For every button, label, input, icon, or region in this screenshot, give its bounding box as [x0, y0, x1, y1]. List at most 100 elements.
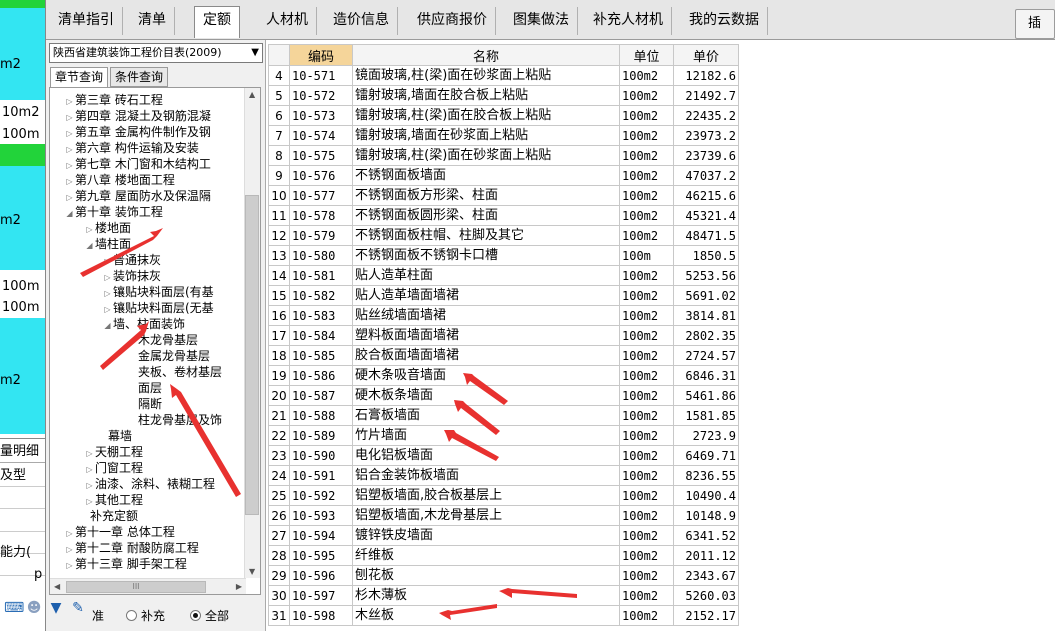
row-code[interactable]: 10-583: [289, 305, 353, 326]
row-price[interactable]: 5253.56: [673, 265, 739, 286]
tree-item[interactable]: 补充定额: [90, 508, 138, 524]
row-name[interactable]: 不锈钢面板方形梁、柱面: [352, 185, 620, 206]
radio-standard[interactable]: 准: [92, 605, 104, 627]
row-unit[interactable]: 100m2: [619, 465, 674, 486]
tree-item[interactable]: ◢ 第十章 装饰工程: [64, 204, 162, 220]
row-unit[interactable]: 100m2: [619, 565, 674, 586]
row-index[interactable]: 13: [268, 245, 290, 266]
tree-vertical-scrollbar[interactable]: ▲ ▼: [244, 88, 260, 578]
table-row[interactable]: 19 10-586 硬木条吸音墙面 100m2 6846.31: [268, 365, 739, 386]
tree-item[interactable]: ▷ 第六章 构件运输及安装: [64, 140, 198, 156]
row-name[interactable]: 电化铝板墙面: [352, 445, 620, 466]
tab-dinge[interactable]: 定额: [194, 6, 240, 38]
row-index[interactable]: 22: [268, 425, 290, 446]
table-row[interactable]: 15 10-582 贴人造革墙面墙裙 100m2 5691.02: [268, 285, 739, 306]
row-price[interactable]: 2724.57: [673, 345, 739, 366]
row-index[interactable]: 25: [268, 485, 290, 506]
row-code[interactable]: 10-596: [289, 565, 353, 586]
row-name[interactable]: 贴人造革柱面: [352, 265, 620, 286]
table-row[interactable]: 6 10-573 镭射玻璃,柱(梁)面在胶合板上粘贴 100m2 22435.2: [268, 105, 739, 126]
row-unit[interactable]: 100m2: [619, 385, 674, 406]
table-row[interactable]: 28 10-595 纤维板 100m2 2011.12: [268, 545, 739, 566]
row-code[interactable]: 10-578: [289, 205, 353, 226]
row-price[interactable]: 45321.4: [673, 205, 739, 226]
row-name[interactable]: 不锈钢面板墙面: [352, 165, 620, 186]
row-price[interactable]: 6341.52: [673, 525, 739, 546]
row-index[interactable]: 7: [268, 125, 290, 146]
table-row[interactable]: 23 10-590 电化铝板墙面 100m2 6469.71: [268, 445, 739, 466]
header-unit[interactable]: 单位: [619, 44, 674, 66]
row-code[interactable]: 10-586: [289, 365, 353, 386]
row-name[interactable]: 塑料板面墙面墙裙: [352, 325, 620, 346]
radio-all[interactable]: 全部: [190, 605, 229, 627]
row-code[interactable]: 10-576: [289, 165, 353, 186]
row-unit[interactable]: 100m2: [619, 525, 674, 546]
table-row[interactable]: 27 10-594 镀锌铁皮墙面 100m2 6341.52: [268, 525, 739, 546]
row-code[interactable]: 10-592: [289, 485, 353, 506]
table-row[interactable]: 5 10-572 镭射玻璃,墙面在胶合板上粘贴 100m2 21492.7: [268, 85, 739, 106]
chevron-down-icon[interactable]: ▼: [251, 44, 259, 62]
row-index[interactable]: 26: [268, 505, 290, 526]
row-name[interactable]: 硬木板条墙面: [352, 385, 620, 406]
row-name[interactable]: 铝塑板墙面,木龙骨基层上: [352, 505, 620, 526]
table-row[interactable]: 21 10-588 石膏板墙面 100m2 1581.85: [268, 405, 739, 426]
tab-qingdan-zhiyin[interactable]: 清单指引: [50, 7, 123, 35]
row-code[interactable]: 10-577: [289, 185, 353, 206]
table-row[interactable]: 24 10-591 铝合金装饰板墙面 100m2 8236.55: [268, 465, 739, 486]
tree-expanded-icon[interactable]: ◢: [102, 318, 113, 334]
row-price[interactable]: 6469.71: [673, 445, 739, 466]
tab-gongyingshang-baojia[interactable]: 供应商报价: [409, 7, 496, 35]
table-row[interactable]: 20 10-587 硬木板条墙面 100m2 5461.86: [268, 385, 739, 406]
tree-hscroll-thumb[interactable]: III: [66, 581, 206, 593]
table-row[interactable]: 30 10-597 杉木薄板 100m2 5260.03: [268, 585, 739, 606]
row-code[interactable]: 10-581: [289, 265, 353, 286]
tree-item[interactable]: ▷ 第十三章 脚手架工程: [64, 556, 186, 572]
tree-item[interactable]: ▷ 镶贴块料面层(无基: [102, 300, 213, 316]
row-price[interactable]: 1850.5: [673, 245, 739, 266]
row-index[interactable]: 18: [268, 345, 290, 366]
row-price[interactable]: 21492.7: [673, 85, 739, 106]
tab-chapter-query[interactable]: 章节查询: [50, 67, 109, 88]
row-code[interactable]: 10-582: [289, 285, 353, 306]
row-unit[interactable]: 100m2: [619, 425, 674, 446]
table-row[interactable]: 11 10-578 不锈钢面板圆形梁、柱面 100m2 45321.4: [268, 205, 739, 226]
tree-item[interactable]: 木龙骨基层: [138, 332, 198, 348]
tree-item[interactable]: ▷ 第五章 金属构件制作及钢: [64, 124, 210, 140]
row-code[interactable]: 10-588: [289, 405, 353, 426]
table-row[interactable]: 26 10-593 铝塑板墙面,木龙骨基层上 100m2 10148.9: [268, 505, 739, 526]
row-unit[interactable]: 100m2: [619, 325, 674, 346]
table-row[interactable]: 8 10-575 镭射玻璃,柱(梁)面在砂浆面上粘贴 100m2 23739.6: [268, 145, 739, 166]
row-index[interactable]: 4: [268, 65, 290, 86]
row-unit[interactable]: 100m2: [619, 305, 674, 326]
row-price[interactable]: 2802.35: [673, 325, 739, 346]
row-unit[interactable]: 100m2: [619, 365, 674, 386]
row-code[interactable]: 10-580: [289, 245, 353, 266]
tree-item[interactable]: ▷ 装饰抹灰: [102, 268, 161, 284]
tab-buchong-rencaiji[interactable]: 补充人材机: [585, 7, 672, 35]
row-price[interactable]: 5691.02: [673, 285, 739, 306]
row-index[interactable]: 29: [268, 565, 290, 586]
table-row[interactable]: 9 10-576 不锈钢面板墙面 100m2 47037.2: [268, 165, 739, 186]
row-price[interactable]: 3814.81: [673, 305, 739, 326]
header-name[interactable]: 名称: [352, 44, 620, 66]
shirt-icon[interactable]: ▼: [48, 600, 64, 616]
table-row[interactable]: 13 10-580 不锈钢面板不锈钢卡口槽 100m 1850.5: [268, 245, 739, 266]
row-name[interactable]: 不锈钢面板柱帽、柱脚及其它: [352, 225, 620, 246]
row-price[interactable]: 1581.85: [673, 405, 739, 426]
row-index[interactable]: 5: [268, 85, 290, 106]
row-price[interactable]: 47037.2: [673, 165, 739, 186]
table-row[interactable]: 25 10-592 铝塑板墙面,胶合板基层上 100m2 10490.4: [268, 485, 739, 506]
header-price[interactable]: 单价: [673, 44, 739, 66]
row-name[interactable]: 贴丝绒墙面墙裙: [352, 305, 620, 326]
table-row[interactable]: 16 10-583 贴丝绒墙面墙裙 100m2 3814.81: [268, 305, 739, 326]
row-index[interactable]: 23: [268, 445, 290, 466]
row-index[interactable]: 10: [268, 185, 290, 206]
price-table-select[interactable]: 陕西省建筑装饰工程价目表(2009) ▼: [49, 43, 263, 63]
row-unit[interactable]: 100m2: [619, 605, 674, 626]
tab-condition-query[interactable]: 条件查询: [110, 67, 169, 87]
row-code[interactable]: 10-572: [289, 85, 353, 106]
row-name[interactable]: 镭射玻璃,柱(梁)面在砂浆面上粘贴: [352, 145, 620, 166]
row-unit[interactable]: 100m2: [619, 205, 674, 226]
tree-item[interactable]: ▷ 门窗工程: [84, 460, 143, 476]
row-unit[interactable]: 100m2: [619, 445, 674, 466]
